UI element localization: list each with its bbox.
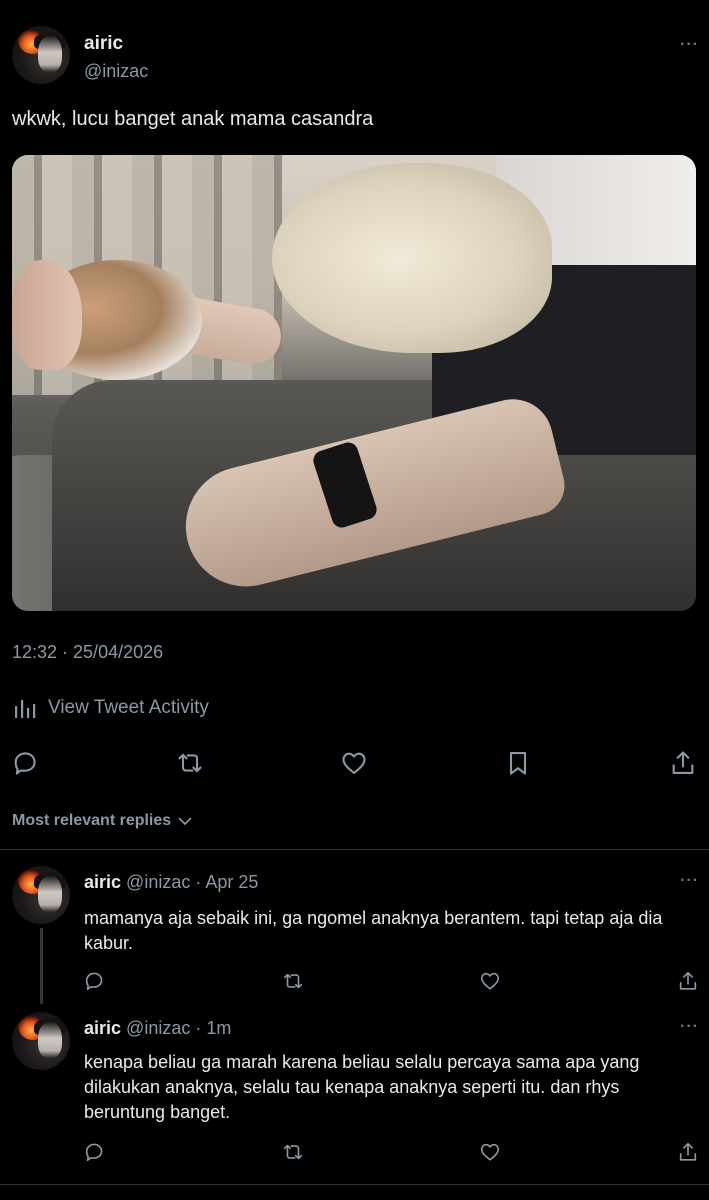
reply-header[interactable]: airic @inizac · Apr 25 xyxy=(84,872,258,893)
reply-action-bar xyxy=(0,1141,709,1165)
reply-header[interactable]: airic @inizac · 1m xyxy=(84,1018,231,1039)
reply-author-name: airic xyxy=(84,872,122,892)
tweet-more-icon[interactable]: ··· xyxy=(680,36,699,54)
photo-blonde-hair xyxy=(272,163,552,353)
bottom-divider xyxy=(0,1184,709,1185)
replies-divider xyxy=(0,849,709,850)
tweet-action-bar xyxy=(0,749,709,781)
share-icon[interactable] xyxy=(677,1141,699,1163)
reply-text: kenapa beliau ga marah karena beliau sel… xyxy=(84,1052,640,1122)
retweet-icon[interactable] xyxy=(282,970,304,992)
analytics-icon xyxy=(15,700,36,718)
reply-avatar[interactable] xyxy=(12,1012,70,1070)
bookmark-icon[interactable] xyxy=(504,749,532,777)
avatar-face xyxy=(38,36,62,72)
like-icon[interactable] xyxy=(479,970,501,992)
replies-sort-dropdown[interactable]: Most relevant replies xyxy=(12,812,193,830)
retweet-icon[interactable] xyxy=(282,1141,304,1163)
share-icon[interactable] xyxy=(677,970,699,992)
author-handle[interactable]: @inizac xyxy=(84,61,148,82)
view-activity-link[interactable]: View Tweet Activity xyxy=(12,696,209,720)
reply-icon[interactable] xyxy=(11,749,39,777)
reply-avatar[interactable] xyxy=(12,866,70,924)
retweet-icon[interactable] xyxy=(176,749,204,777)
reply-meta: @inizac · Apr 25 xyxy=(126,872,259,892)
share-icon[interactable] xyxy=(669,749,697,777)
view-activity-label: View Tweet Activity xyxy=(48,697,209,718)
reply-text: mamanya aja sebaik ini, ga ngomel anakny… xyxy=(84,908,663,953)
chevron-down-icon xyxy=(178,817,192,825)
reply-more-icon[interactable]: ··· xyxy=(680,1018,699,1036)
avatar-face xyxy=(38,1022,62,1058)
like-icon[interactable] xyxy=(340,749,368,777)
tweet-timestamp[interactable]: 12:32 · 25/04/2026 xyxy=(12,642,163,663)
photo-hand xyxy=(12,260,82,370)
reply-action-bar xyxy=(0,970,709,994)
reply-more-icon[interactable]: ··· xyxy=(680,872,699,890)
tweet-text: wkwk, lucu banget anak mama casandra xyxy=(12,108,374,130)
replies-sort-label: Most relevant replies xyxy=(12,812,172,829)
author-avatar[interactable] xyxy=(12,26,70,84)
like-icon[interactable] xyxy=(479,1141,501,1163)
avatar-face xyxy=(38,876,62,912)
reply-icon[interactable] xyxy=(83,1141,105,1163)
reply-meta: @inizac · 1m xyxy=(126,1018,232,1038)
author-name[interactable]: airic xyxy=(84,33,123,55)
reply-author-name: airic xyxy=(84,1018,122,1038)
reply-icon[interactable] xyxy=(83,970,105,992)
tweet-photo[interactable] xyxy=(12,155,696,611)
